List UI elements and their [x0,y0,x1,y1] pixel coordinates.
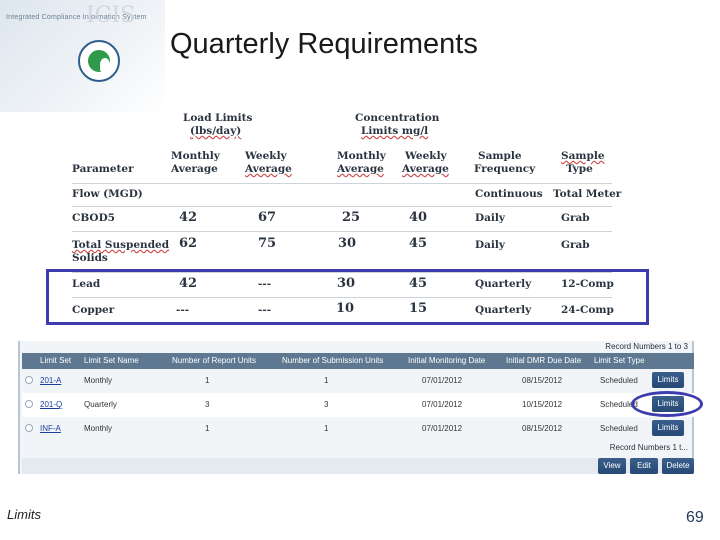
freq-tss: Daily [475,239,505,251]
report-units: 3 [205,400,210,409]
slide-title: Quarterly Requirements [170,28,478,60]
limit-set-link[interactable]: 201-Q [40,400,62,409]
limit-set-link[interactable]: 201-A [40,376,61,385]
th-report-units[interactable]: Number of Report Units [172,356,256,365]
th-dmr-due-date[interactable]: Initial DMR Due Date [506,356,581,365]
col-freq-1: Sample [478,150,522,162]
page-number: 69 [686,509,704,526]
delete-button[interactable]: Delete [662,458,694,474]
cbod5-load-monthly: 42 [179,210,198,225]
th-monitoring-date[interactable]: Initial Monitoring Date [408,356,485,365]
col-conc-weekly-2: Average [402,163,449,175]
row-divider [72,231,612,232]
row-divider [72,206,612,207]
tss-conc-monthly: 30 [338,236,357,251]
col-freq-2: Frequency [474,163,536,175]
th-limit-set-type[interactable]: Limit Set Type [594,356,645,365]
cbod5-load-weekly: 67 [258,210,277,225]
monitoring-date: 07/01/2012 [422,400,463,409]
edit-button[interactable]: Edit [630,458,658,474]
record-numbers-top: Record Numbers 1 to 3 [605,342,688,351]
th-limit-set[interactable]: Limit Set [40,356,71,365]
type-tss: Grab [561,239,590,251]
param-tss-2: Solids [72,252,108,264]
footer-section-label: Limits [7,507,41,522]
limit-set-name: Monthly [84,376,113,385]
th-submission-units[interactable]: Number of Submission Units [282,356,383,365]
dmr-due-date: 08/15/2012 [522,424,563,433]
limit-set-link[interactable]: INF-A [40,424,61,433]
col-load-monthly-2: Average [171,163,218,175]
submission-units: 1 [324,376,329,385]
freq-flow: Continuous [475,188,543,200]
table-row: 201-Q Quarterly 3 3 07/01/2012 10/15/201… [22,393,694,417]
freq-cbod5: Daily [475,212,505,224]
cbod5-conc-weekly: 40 [409,210,428,225]
table-row: INF-A Monthly 1 1 07/01/2012 08/15/2012 … [22,417,694,441]
epa-seal-icon [78,40,120,82]
cbod5-conc-monthly: 25 [342,210,361,225]
limit-set-name: Quarterly [84,400,117,409]
action-bar: View Edit Delete [22,458,694,474]
monitoring-date: 07/01/2012 [422,376,463,385]
col-load-weekly-1: Weekly [245,150,287,162]
col-load-monthly-1: Monthly [171,150,220,162]
submission-units: 3 [324,400,329,409]
row-divider [72,183,612,184]
limit-sets-panel: Record Numbers 1 to 3 Limit Set Limit Se… [18,341,694,474]
dmr-due-date: 08/15/2012 [522,376,563,385]
quarterly-rows-highlight [46,269,649,325]
col-conc-monthly-2: Average [337,163,384,175]
view-button[interactable]: View [598,458,626,474]
table-row: 201-A Monthly 1 1 07/01/2012 08/15/2012 … [22,369,694,393]
concentration-header: Concentration [355,112,440,124]
limit-sets-header-row: Limit Set Limit Set Name Number of Repor… [22,353,694,369]
submission-units: 1 [324,424,329,433]
col-type-2: Type [566,163,593,175]
col-conc-weekly-1: Weekly [405,150,447,162]
row-select-radio[interactable] [25,376,33,384]
report-units: 1 [205,376,210,385]
limits-button[interactable]: Limits [652,372,684,388]
report-units: 1 [205,424,210,433]
th-limit-set-name[interactable]: Limit Set Name [84,356,139,365]
param-flow: Flow (MGD) [72,188,143,200]
type-cbod5: Grab [561,212,590,224]
load-limits-units: (lbs/day) [190,125,242,137]
col-type-1: Sample [561,150,605,162]
tss-load-monthly: 62 [179,236,198,251]
dmr-due-date: 10/15/2012 [522,400,563,409]
limit-set-type: Scheduled [600,424,638,433]
tss-load-weekly: 75 [258,236,277,251]
param-tss: Total Suspended [72,239,170,251]
limits-button[interactable]: Limits [652,420,684,436]
row-select-radio[interactable] [25,424,33,432]
record-numbers-bottom: Record Numbers 1 t... [609,443,688,452]
param-cbod5: CBOD5 [72,212,115,224]
tss-conc-weekly: 45 [409,236,428,251]
col-load-weekly-2: Average [245,163,292,175]
icis-logo-text: ICIS [86,3,136,28]
quarterly-limits-callout [631,391,703,417]
concentration-units: Limits mg/l [361,125,429,137]
col-conc-monthly-1: Monthly [337,150,386,162]
limit-set-type: Scheduled [600,376,638,385]
load-limits-header: Load Limits [183,112,253,124]
limit-set-name: Monthly [84,424,113,433]
monitoring-date: 07/01/2012 [422,424,463,433]
col-parameter: Parameter [72,163,134,175]
type-flow: Total Meter [553,188,622,200]
row-select-radio[interactable] [25,400,33,408]
